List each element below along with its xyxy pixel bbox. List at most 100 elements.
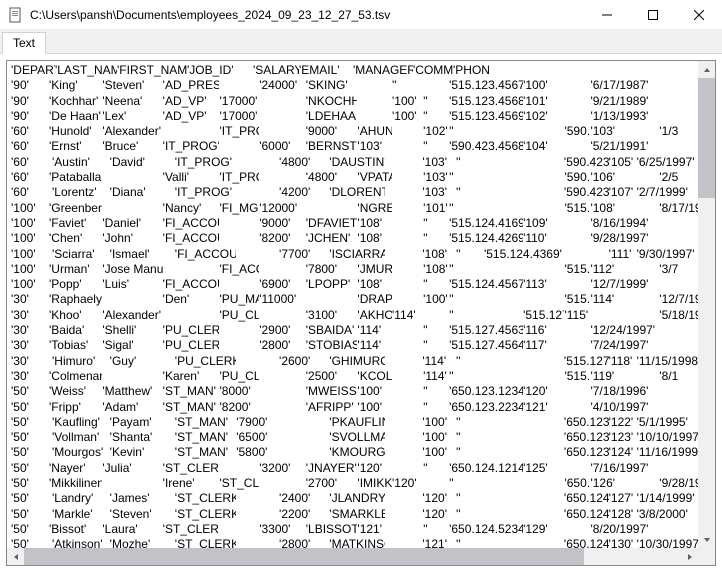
table-cell	[564, 277, 590, 292]
table-cell: ''	[423, 109, 449, 124]
table-cell: 'Alexander'	[102, 308, 162, 323]
table-cell: ''	[456, 445, 484, 460]
table-cell: 'JLANDRY'	[329, 491, 385, 506]
table-cell: '8/20/1997'	[590, 522, 659, 537]
table-cell	[392, 461, 423, 476]
table-row: '50''Fripp''Adam''ST_MAN''8200''AFRIPP''…	[11, 400, 711, 415]
table-cell: 'De Haan'	[49, 109, 102, 124]
table-cell: '100'	[11, 262, 49, 277]
table-row: '50''Markle''Steven''ST_CLERK''2200''SMA…	[11, 507, 711, 522]
column-header: 'FIRST_NAME'	[117, 63, 187, 78]
text-area[interactable]: 'DEPARTMENT_ID''LAST_NAME''FIRST_NAME''J…	[6, 60, 716, 566]
table-row: '50''Bissot''Laura''ST_CLERK''3300''LBIS…	[11, 522, 711, 537]
table-cell: 'Steven'	[110, 507, 175, 522]
table-cell: '30'	[11, 354, 52, 369]
table-cell	[523, 369, 564, 384]
scroll-right-button[interactable]	[681, 548, 698, 565]
table-cell: '103'	[422, 185, 456, 200]
minimize-button[interactable]	[584, 0, 630, 30]
table-cell: ''	[456, 155, 484, 170]
table-cell: 'PU_CLERK'	[163, 323, 220, 338]
table-cell	[102, 292, 162, 307]
table-row: '100''Chen''John''FI_ACCOUNT''8200''JCHE…	[11, 231, 711, 246]
table-cell: 'MWEISS'	[306, 384, 358, 399]
tab-text[interactable]: Text	[2, 32, 46, 54]
hscroll-thumb[interactable]	[24, 548, 584, 565]
content-wrap: 'DEPARTMENT_ID''LAST_NAME''FIRST_NAME''J…	[0, 54, 722, 572]
close-button[interactable]	[676, 0, 722, 30]
table-cell: '50'	[11, 507, 52, 522]
table-cell	[163, 124, 220, 139]
table-cell: 'Sigal'	[102, 338, 162, 353]
table-cell: '3200'	[259, 461, 306, 476]
table-cell	[219, 522, 259, 537]
table-cell: '123'	[609, 430, 637, 445]
table-cell	[385, 354, 422, 369]
table-cell: 'DFAVIET'	[306, 216, 358, 231]
table-cell	[259, 369, 306, 384]
table-cell: '112'	[590, 262, 659, 277]
table-cell	[102, 369, 162, 384]
table-cell: '114'	[357, 323, 392, 338]
table-cell: '515.127.4562'	[523, 308, 564, 323]
table-cell: '113'	[523, 277, 564, 292]
table-cell: '100'	[392, 109, 423, 124]
table-cell: '50'	[11, 415, 52, 430]
table-cell: '60'	[11, 155, 52, 170]
table-cell: 'GHIMURO'	[329, 354, 385, 369]
table-cell	[259, 94, 306, 109]
table-cell: '30'	[11, 369, 49, 384]
table-cell: ''	[449, 124, 523, 139]
table-cell: 'ST_CLERK'	[175, 507, 236, 522]
maximize-button[interactable]	[630, 0, 676, 30]
table-cell: ''	[423, 94, 449, 109]
table-cell	[392, 323, 423, 338]
table-cell: '50'	[11, 430, 52, 445]
table-cell	[392, 338, 423, 353]
table-cell	[385, 507, 422, 522]
table-cell: 'Shanta'	[110, 430, 175, 445]
table-cell	[385, 491, 422, 506]
table-cell: '6500'	[236, 430, 279, 445]
table-cell	[484, 445, 564, 460]
table-cell	[392, 522, 423, 537]
table-cell: 'IMIKKILI'	[357, 476, 392, 491]
table-cell: '17000'	[219, 109, 259, 124]
table-cell: ''	[449, 262, 523, 277]
table-cell: 'KCOLMENA'	[357, 369, 392, 384]
table-cell: '650.124.1334'	[564, 491, 609, 506]
table-cell	[385, 247, 422, 262]
table-cell	[564, 78, 590, 93]
table-cell: '590.423.4567'	[564, 124, 590, 139]
table-cell: '108'	[357, 277, 392, 292]
table-cell: '100'	[523, 78, 564, 93]
horizontal-scrollbar[interactable]	[7, 548, 698, 565]
table-cell: '129'	[523, 522, 564, 537]
vscroll-track[interactable]	[698, 78, 715, 531]
table-cell: '650.123.1234'	[449, 384, 523, 399]
table-cell: 'PU_CLERK'	[219, 369, 259, 384]
table-cell: 'DLORENTZ'	[329, 185, 385, 200]
table-cell	[236, 155, 279, 170]
table-cell: '127'	[609, 491, 637, 506]
table-cell: 'LDEHAAN'	[306, 109, 358, 124]
table-cell: 'Fripp'	[49, 400, 102, 415]
table-cell: 'ST_CLERK'	[163, 522, 220, 537]
table-cell: 'Guy'	[110, 354, 175, 369]
table-cell	[102, 476, 162, 491]
hscroll-track[interactable]	[24, 548, 681, 565]
table-cell	[392, 369, 423, 384]
scroll-up-button[interactable]	[698, 61, 715, 78]
table-cell: '100'	[422, 430, 456, 445]
table-cell	[564, 109, 590, 124]
scroll-left-button[interactable]	[7, 548, 24, 565]
scroll-down-button[interactable]	[698, 531, 715, 548]
table-cell: 'FI_ACCOUNT'	[175, 247, 236, 262]
table-cell: 'PU_CLERK'	[163, 338, 220, 353]
table-cell	[219, 461, 259, 476]
table-cell: '120'	[422, 491, 456, 506]
table-cell: 'Lex'	[102, 109, 162, 124]
vscroll-thumb[interactable]	[698, 78, 715, 198]
table-cell	[236, 507, 279, 522]
vertical-scrollbar[interactable]	[698, 61, 715, 548]
